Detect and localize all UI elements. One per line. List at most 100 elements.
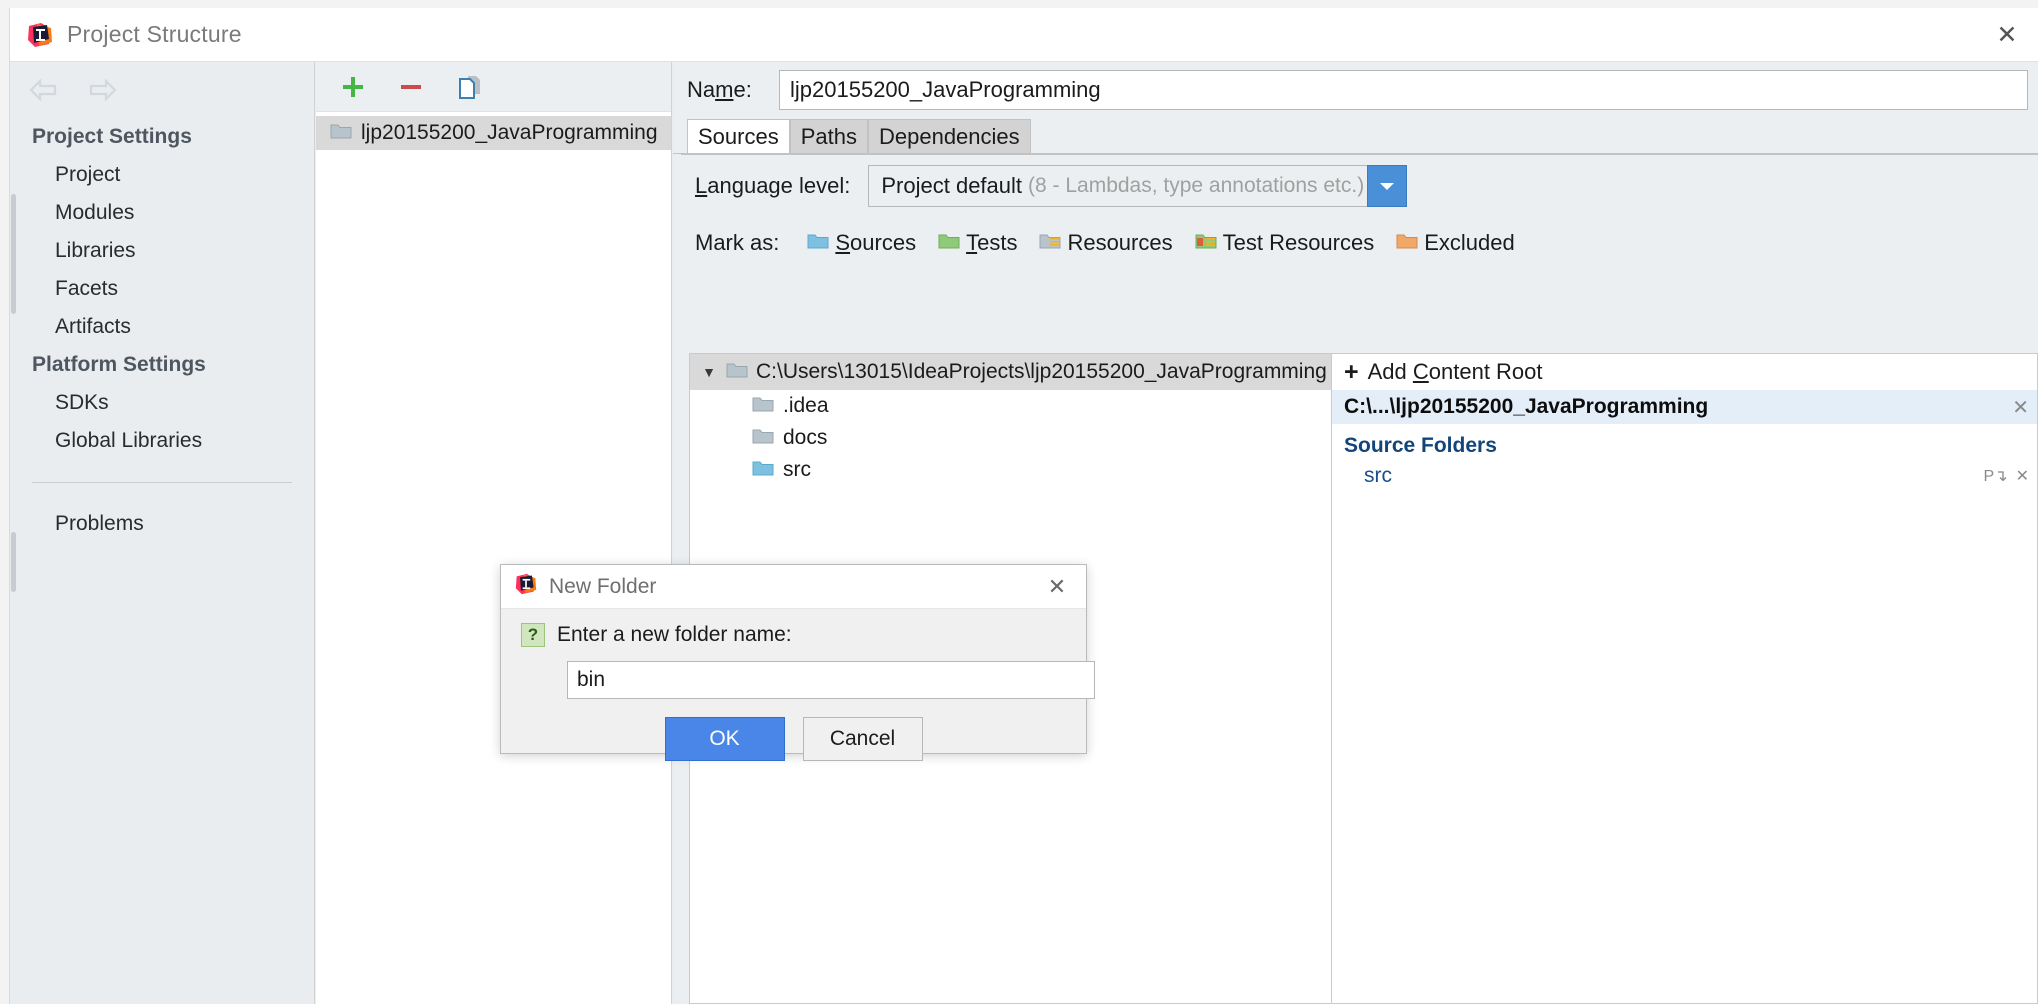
source-folder-label: src: [1364, 464, 1392, 487]
language-level-hint: (8 - Lambdas, type annotations etc.): [1028, 174, 1365, 197]
mark-as-row: Mark as: Sources Tests Resources Test Re…: [681, 217, 2038, 269]
add-module-button[interactable]: [338, 72, 368, 102]
mark-as-excluded-button[interactable]: Excluded: [1396, 230, 1515, 256]
sidebar-section-platform-settings: Platform Settings: [32, 353, 206, 376]
folder-sources-icon: [807, 230, 829, 256]
new-folder-prompt-row: ? Enter a new folder name:: [521, 623, 1066, 647]
title-bar: Project Structure ✕: [10, 8, 2038, 62]
module-toolbar: [316, 62, 671, 112]
cancel-button[interactable]: Cancel: [802, 717, 923, 761]
mark-as-excluded-label: Excluded: [1424, 230, 1515, 255]
arrow-left-icon[interactable]: [28, 78, 60, 102]
module-folder-icon: [330, 122, 352, 145]
x-icon[interactable]: ✕: [2012, 395, 2029, 420]
chevron-down-icon[interactable]: [1367, 165, 1408, 207]
name-label: Name:: [687, 77, 752, 102]
tree-item[interactable]: .idea: [690, 390, 1331, 422]
content-root-details: + Add Content Root C:\...\ljp20155200_Ja…: [1331, 353, 2038, 1004]
tree-root-label: C:\Users\13015\IdeaProjects\ljp20155200_…: [756, 360, 1327, 383]
folder-icon: [726, 361, 748, 384]
tree-item[interactable]: src: [690, 454, 1331, 486]
new-folder-body: ? Enter a new folder name: OK Cancel: [501, 609, 1095, 761]
intellij-idea-logo-icon: [27, 22, 53, 48]
arrow-right-icon[interactable]: [86, 78, 118, 102]
window-left-edge: [0, 0, 10, 1004]
close-window-button[interactable]: ✕: [1976, 8, 2038, 62]
module-editor-panel: Name: Sources Paths Dependencies Languag…: [673, 62, 2038, 1004]
tree-item-label: docs: [783, 426, 828, 449]
copy-module-button[interactable]: [454, 72, 484, 102]
module-list-panel: ljp20155200_JavaProgramming: [316, 62, 672, 1004]
new-folder-name-input[interactable]: [567, 661, 1095, 699]
mark-as-tests-button[interactable]: Tests: [938, 230, 1017, 256]
content-root-entry[interactable]: C:\...\ljp20155200_JavaProgramming ✕: [1332, 390, 2037, 424]
folder-icon: [752, 395, 774, 418]
intellij-idea-logo-icon: [515, 573, 537, 600]
mark-as-test-resources-label: Test Resources: [1222, 230, 1375, 255]
new-folder-prompt: Enter a new folder name:: [557, 623, 792, 646]
language-level-value: Project default: [881, 173, 1023, 198]
sidebar-divider: [32, 482, 292, 483]
tree-item-label: src: [783, 458, 811, 481]
tab-dependencies[interactable]: Dependencies: [867, 118, 1031, 154]
remove-module-button[interactable]: [396, 72, 426, 102]
navigation-arrows: [10, 62, 314, 118]
folder-tests-icon: [938, 230, 960, 256]
mark-as-test-resources-button[interactable]: Test Resources: [1195, 230, 1375, 256]
window-title: Project Structure: [67, 21, 242, 47]
module-name: ljp20155200_JavaProgramming: [361, 121, 658, 144]
project-structure-window: Project Structure ✕ Project Settings Pro…: [0, 0, 2038, 1004]
new-folder-dialog: New Folder ✕ ? Enter a new folder name: …: [500, 564, 1095, 761]
x-icon[interactable]: ✕: [2016, 466, 2029, 486]
language-level-row: Language level: Project default (8 - Lam…: [681, 155, 2038, 217]
language-level-label: Language level:: [695, 173, 851, 198]
mark-as-tests-label: Tests: [966, 230, 1018, 255]
settings-sidebar: Project Settings Project Modules Librari…: [10, 62, 315, 1004]
sidebar-item-global-libraries[interactable]: Global Libraries: [10, 422, 314, 460]
sidebar-item-artifacts[interactable]: Artifacts: [10, 308, 314, 346]
source-folder-item[interactable]: src P↴ ✕: [1332, 458, 2037, 494]
tree-item[interactable]: docs: [690, 422, 1331, 454]
source-folder-actions: P↴ ✕: [1984, 466, 2029, 486]
add-content-root-button[interactable]: + Add Content Root: [1332, 354, 2037, 390]
folder-icon: [752, 427, 774, 450]
mark-as-sources-label: Sources: [835, 230, 917, 255]
folder-test-resources-icon: [1195, 230, 1217, 256]
window-top-edge: [0, 0, 2038, 8]
sidebar-item-libraries[interactable]: Libraries: [10, 232, 314, 270]
folder-resources-icon: [1039, 230, 1061, 256]
new-folder-title-bar: New Folder ✕: [501, 565, 1086, 609]
sidebar-item-facets[interactable]: Facets: [10, 270, 314, 308]
mark-as-resources-button[interactable]: Resources: [1039, 230, 1173, 256]
add-content-root-label: Add Content Root: [1367, 359, 1543, 384]
tree-item-label: .idea: [783, 394, 829, 417]
new-folder-buttons: OK Cancel: [521, 717, 1066, 761]
module-name-row: Name:: [673, 62, 2038, 118]
source-folders-title: Source Folders: [1344, 434, 1497, 457]
tab-sources[interactable]: Sources: [687, 118, 790, 154]
folder-sources-icon: [752, 459, 774, 482]
properties-icon[interactable]: P↴: [1984, 466, 2008, 486]
module-name-input[interactable]: [779, 70, 2028, 110]
list-item[interactable]: ljp20155200_JavaProgramming: [316, 116, 671, 150]
chevron-down-icon[interactable]: ▼: [700, 364, 718, 380]
editor-tabs: Sources Paths Dependencies: [673, 118, 2038, 154]
close-new-folder-button[interactable]: ✕: [1040, 565, 1074, 609]
dialog-body: Project Settings Project Modules Librari…: [10, 62, 2038, 1004]
new-folder-title: New Folder: [549, 574, 657, 598]
tab-paths[interactable]: Paths: [789, 118, 868, 154]
mark-as-sources-button[interactable]: Sources: [807, 230, 916, 256]
sidebar-item-sdks[interactable]: SDKs: [10, 384, 314, 422]
sidebar-item-modules[interactable]: Modules: [10, 194, 314, 232]
question-icon: ?: [521, 623, 545, 647]
plus-icon: +: [1344, 357, 1359, 386]
language-level-combo[interactable]: Project default (8 - Lambdas, type annot…: [868, 165, 1369, 207]
ok-button[interactable]: OK: [664, 717, 785, 761]
mark-as-label: Mark as:: [695, 230, 780, 255]
tree-root-row[interactable]: ▼ C:\Users\13015\IdeaProjects\ljp2015520…: [690, 354, 1331, 390]
module-list: ljp20155200_JavaProgramming: [316, 112, 671, 150]
content-root-path: C:\...\ljp20155200_JavaProgramming: [1344, 395, 1709, 418]
sidebar-item-project[interactable]: Project: [10, 156, 314, 194]
sidebar-scroll-marker-2: [11, 532, 16, 592]
sidebar-item-problems[interactable]: Problems: [10, 505, 314, 543]
